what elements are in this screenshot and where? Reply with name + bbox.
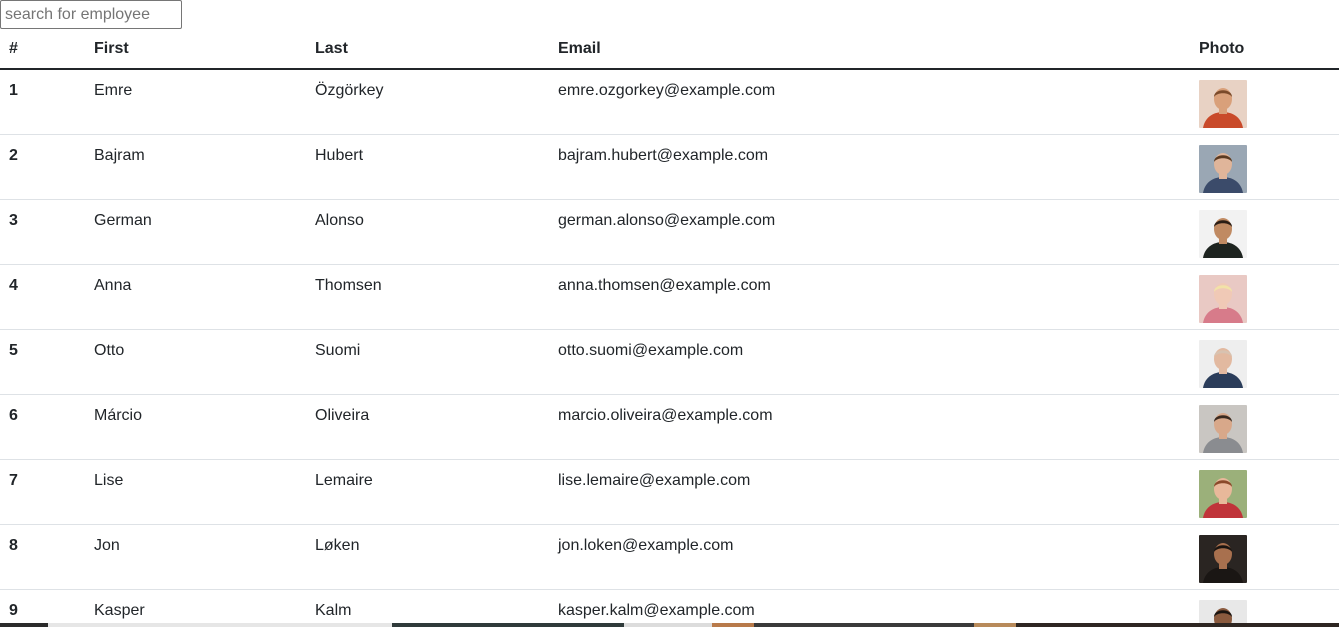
cell-email: bajram.hubert@example.com	[549, 134, 1190, 200]
table-row: 2 Bajram Hubert bajram.hubert@example.com	[0, 134, 1339, 200]
cell-first-name: Anna	[85, 264, 306, 330]
cell-number: 7	[0, 459, 85, 525]
cell-photo	[1190, 199, 1339, 265]
column-header-photo: Photo	[1190, 30, 1339, 70]
cell-last-name: Suomi	[306, 329, 549, 395]
employee-photo	[1199, 404, 1247, 453]
employee-photo	[1199, 274, 1247, 323]
cell-number: 9	[0, 589, 85, 627]
cell-email: lise.lemaire@example.com	[549, 459, 1190, 525]
cell-email: jon.loken@example.com	[549, 524, 1190, 590]
cell-first-name: Márcio	[85, 394, 306, 460]
cell-photo	[1190, 69, 1339, 135]
cell-number: 5	[0, 329, 85, 395]
cell-photo	[1190, 459, 1339, 525]
cell-photo	[1190, 329, 1339, 395]
column-header-last: Last	[306, 30, 549, 70]
bottom-image-strip	[0, 623, 1339, 627]
cell-last-name: Thomsen	[306, 264, 549, 330]
cell-number: 3	[0, 199, 85, 265]
employee-photo	[1199, 339, 1247, 388]
employee-photo	[1199, 534, 1247, 583]
cell-number: 1	[0, 69, 85, 135]
cell-number: 2	[0, 134, 85, 200]
cell-first-name: Otto	[85, 329, 306, 395]
cell-last-name: Özgörkey	[306, 69, 549, 135]
cell-first-name: Bajram	[85, 134, 306, 200]
cell-email: otto.suomi@example.com	[549, 329, 1190, 395]
cell-first-name: Jon	[85, 524, 306, 590]
cell-last-name: Løken	[306, 524, 549, 590]
column-header-number: #	[0, 30, 85, 70]
header-row: # First Last Email Photo	[0, 30, 1339, 70]
cell-photo	[1190, 524, 1339, 590]
cell-last-name: Alonso	[306, 199, 549, 265]
table-row: 6 Márcio Oliveira marcio.oliveira@example.c…	[0, 394, 1339, 460]
column-header-email: Email	[549, 30, 1190, 70]
cell-first-name: Emre	[85, 69, 306, 135]
employee-photo	[1199, 80, 1247, 128]
table-row: 7 Lise Lemaire lise.lemaire@example.com	[0, 459, 1339, 525]
table-row: 5 Otto Suomi otto.suomi@example.com	[0, 329, 1339, 395]
cell-photo	[1190, 394, 1339, 460]
cell-photo	[1190, 134, 1339, 200]
cell-email: anna.thomsen@example.com	[549, 264, 1190, 330]
employee-photo	[1199, 144, 1247, 193]
cell-photo	[1190, 589, 1339, 627]
table-row: 9 Kasper Kalm kasper.kalm@example.com	[0, 589, 1339, 627]
cell-number: 4	[0, 264, 85, 330]
table-row: 8 Jon Løken jon.loken@example.com	[0, 524, 1339, 590]
cell-number: 8	[0, 524, 85, 590]
column-header-first: First	[85, 30, 306, 70]
cell-email: german.alonso@example.com	[549, 199, 1190, 265]
search-container	[0, 0, 182, 29]
table-body: 1 Emre Özgörkey emre.ozgorkey@example.com 2 B…	[0, 69, 1339, 627]
search-input[interactable]	[0, 0, 182, 29]
employee-table: # First Last Email Photo 1 Emre Özgörkey em…	[0, 30, 1339, 627]
cell-first-name: German	[85, 199, 306, 265]
employee-photo	[1199, 469, 1247, 518]
cell-last-name: Kalm	[306, 589, 549, 627]
cell-email: kasper.kalm@example.com	[549, 589, 1190, 627]
cell-first-name: Lise	[85, 459, 306, 525]
cell-email: marcio.oliveira@example.com	[549, 394, 1190, 460]
cell-last-name: Oliveira	[306, 394, 549, 460]
employee-photo	[1199, 209, 1247, 258]
cell-email: emre.ozgorkey@example.com	[549, 69, 1190, 135]
cell-photo	[1190, 264, 1339, 330]
table-row: 1 Emre Özgörkey emre.ozgorkey@example.com	[0, 69, 1339, 135]
cell-last-name: Hubert	[306, 134, 549, 200]
table-header: # First Last Email Photo	[0, 30, 1339, 70]
cell-first-name: Kasper	[85, 589, 306, 627]
employee-directory-page: # First Last Email Photo 1EmreÖzgörkeyem…	[0, 0, 1339, 627]
cell-last-name: Lemaire	[306, 459, 549, 525]
cell-number: 6	[0, 394, 85, 460]
table-row: 3 German Alonso german.alonso@example.com	[0, 199, 1339, 265]
table-row: 4 Anna Thomsen anna.thomsen@example.com	[0, 264, 1339, 330]
